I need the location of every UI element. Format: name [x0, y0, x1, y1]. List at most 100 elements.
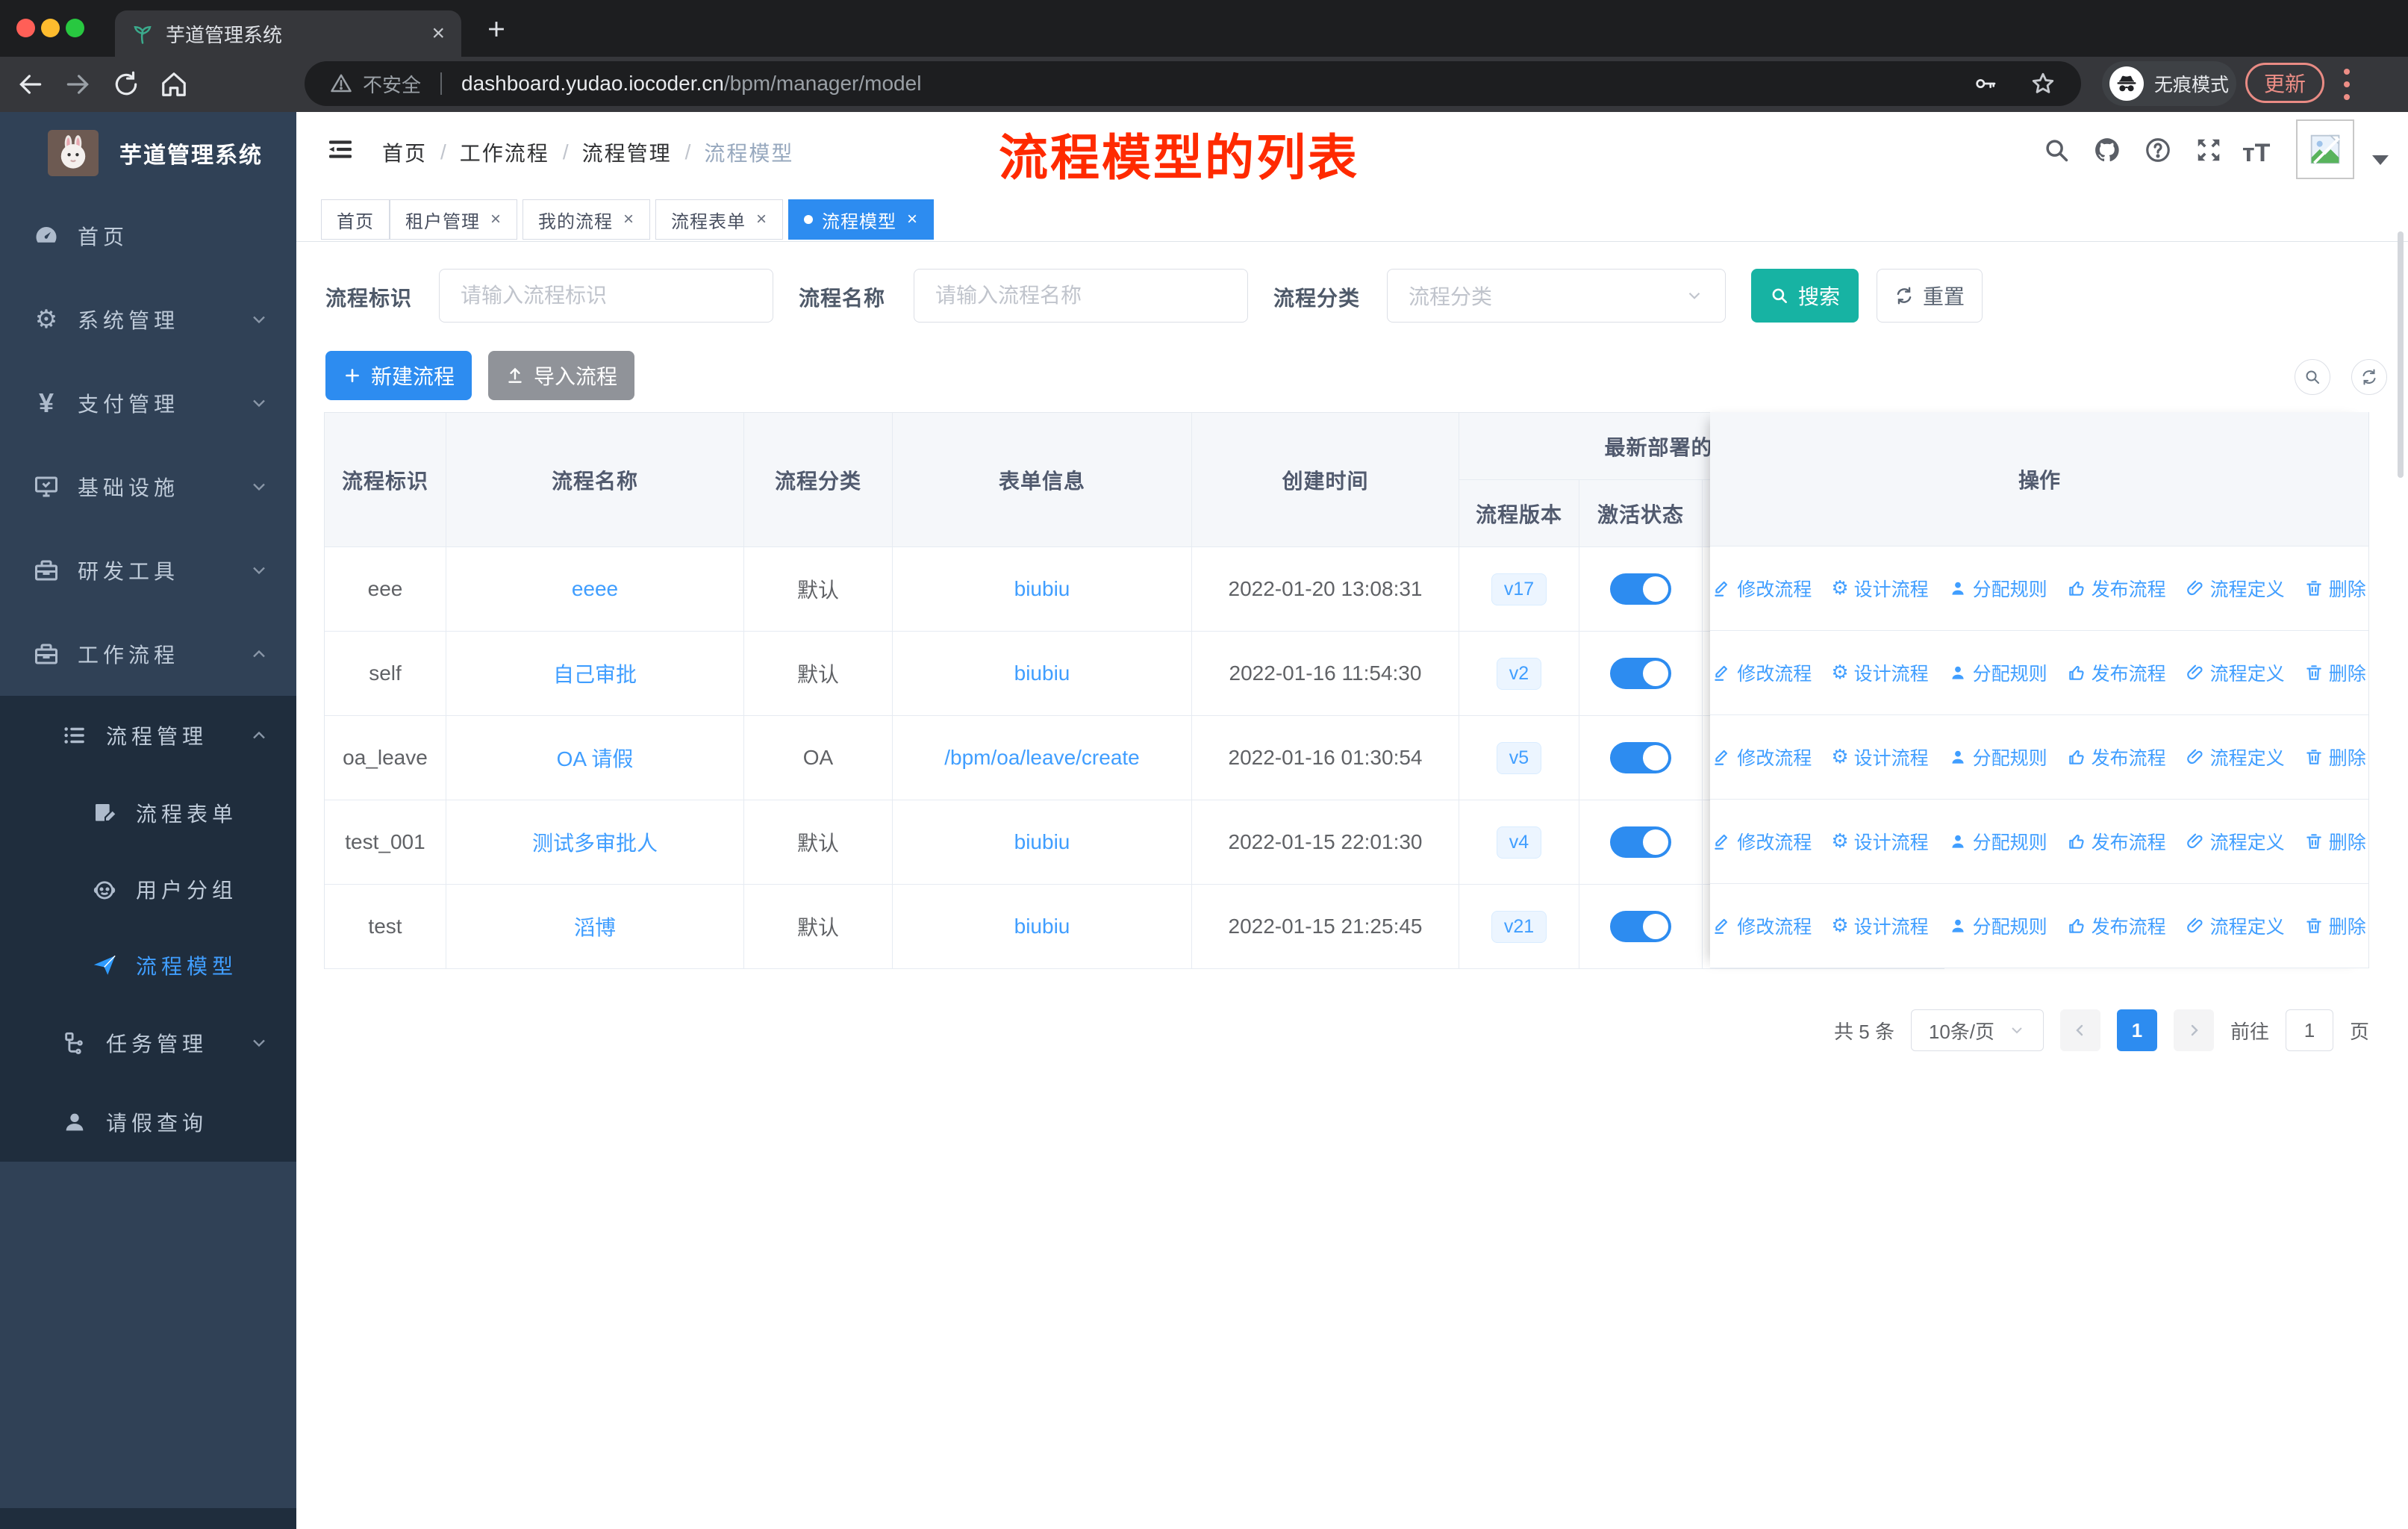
bookmark-star-icon[interactable] — [2030, 71, 2056, 96]
edit-process-link[interactable]: 修改流程 — [1712, 828, 1812, 855]
active-toggle[interactable] — [1610, 911, 1671, 942]
github-icon[interactable] — [2093, 136, 2121, 164]
security-label[interactable]: 不安全 — [363, 70, 421, 98]
breadcrumb-process-management[interactable]: 流程管理 — [582, 137, 672, 167]
process-name-link[interactable]: eeee — [572, 577, 618, 601]
browser-update-button[interactable]: 更新 — [2245, 63, 2324, 103]
tag-process-model[interactable]: 流程模型 × — [788, 199, 935, 240]
form-info-link[interactable]: /bpm/oa/leave/create — [944, 746, 1140, 770]
process-name-link[interactable]: 滔博 — [574, 912, 616, 941]
deploy-process-link[interactable]: 发布流程 — [2067, 744, 2166, 770]
reload-icon[interactable] — [112, 70, 140, 99]
sidebar-item-payment[interactable]: ¥ 支付管理 — [0, 361, 296, 445]
home-icon[interactable] — [160, 70, 188, 99]
browser-tab[interactable]: 芋道管理系统 × — [115, 10, 461, 57]
sidebar-item-process-model[interactable]: 流程模型 — [0, 927, 296, 1003]
form-info-link[interactable]: biubiu — [1014, 661, 1070, 685]
font-size-icon[interactable]: ᴛT — [2242, 139, 2270, 168]
process-definition-link[interactable]: 流程定义 — [2186, 575, 2285, 602]
delete-link[interactable]: 删除 — [2304, 659, 2366, 686]
back-icon[interactable] — [16, 70, 45, 99]
delete-link[interactable]: 删除 — [2304, 912, 2366, 939]
process-definition-link[interactable]: 流程定义 — [2186, 828, 2285, 855]
sidebar-item-process-form[interactable]: 流程表单 — [0, 775, 296, 851]
browser-menu-icon[interactable] — [2344, 69, 2350, 100]
tag-tenant-management[interactable]: 租户管理 × — [390, 199, 518, 240]
page-scrollbar[interactable] — [2398, 231, 2404, 478]
process-name-input[interactable] — [914, 269, 1248, 323]
deploy-process-link[interactable]: 发布流程 — [2067, 912, 2166, 939]
assign-rule-link[interactable]: 分配规则 — [1948, 912, 2047, 939]
active-toggle[interactable] — [1610, 742, 1671, 773]
process-key-input[interactable] — [439, 269, 773, 323]
key-icon[interactable] — [1974, 72, 1997, 96]
tag-my-process[interactable]: 我的流程 × — [523, 199, 651, 240]
sidebar-item-system[interactable]: ⚙ 系统管理 — [0, 278, 296, 361]
process-name-link[interactable]: 自己审批 — [553, 658, 637, 688]
close-icon[interactable]: × — [623, 209, 634, 230]
create-process-button[interactable]: 新建流程 — [325, 351, 472, 400]
sidebar-item-dev-tools[interactable]: 研发工具 — [0, 529, 296, 612]
table-search-toggle-button[interactable] — [2295, 359, 2330, 395]
app-logo-row[interactable]: 芋道管理系统 — [0, 112, 296, 194]
active-toggle[interactable] — [1610, 826, 1671, 858]
edit-process-link[interactable]: 修改流程 — [1712, 659, 1812, 686]
traffic-light-minimize[interactable] — [41, 19, 60, 37]
design-process-link[interactable]: ⚙ 设计流程 — [1831, 744, 1928, 770]
fullscreen-icon[interactable] — [2195, 136, 2223, 164]
active-toggle[interactable] — [1610, 658, 1671, 689]
avatar[interactable] — [2296, 119, 2354, 179]
sidebar-item-leave-query[interactable]: 请假查询 — [0, 1083, 296, 1162]
tab-close-icon[interactable]: × — [431, 22, 445, 45]
deploy-process-link[interactable]: 发布流程 — [2067, 659, 2166, 686]
sidebar-item-workflow[interactable]: 工作流程 — [0, 612, 296, 696]
breadcrumb-workflow[interactable]: 工作流程 — [460, 137, 549, 167]
assign-rule-link[interactable]: 分配规则 — [1948, 828, 2047, 855]
deploy-process-link[interactable]: 发布流程 — [2067, 575, 2166, 602]
new-tab-button[interactable] — [484, 16, 509, 42]
sidebar-item-home[interactable]: 首页 — [0, 194, 296, 278]
process-category-select[interactable]: 流程分类 — [1387, 269, 1726, 323]
tag-home[interactable]: 首页 — [321, 199, 390, 240]
header-search-icon[interactable] — [2042, 136, 2071, 164]
traffic-light-close[interactable] — [16, 19, 35, 37]
process-name-link[interactable]: OA 请假 — [557, 743, 634, 773]
assign-rule-link[interactable]: 分配规则 — [1948, 575, 2047, 602]
close-icon[interactable]: × — [907, 209, 918, 230]
prev-page-button[interactable] — [2059, 1009, 2100, 1051]
breadcrumb-home[interactable]: 首页 — [382, 137, 427, 167]
deploy-process-link[interactable]: 发布流程 — [2067, 828, 2166, 855]
process-definition-link[interactable]: 流程定义 — [2186, 744, 2285, 770]
edit-process-link[interactable]: 修改流程 — [1712, 744, 1812, 770]
process-definition-link[interactable]: 流程定义 — [2186, 659, 2285, 686]
reset-button[interactable]: 重置 — [1877, 269, 1983, 323]
forward-icon[interactable] — [63, 70, 92, 99]
close-icon[interactable]: × — [756, 209, 767, 230]
assign-rule-link[interactable]: 分配规则 — [1948, 744, 2047, 770]
address-bar[interactable]: 不安全 dashboard.yudao.iocoder.cn /bpm/mana… — [305, 61, 2081, 106]
edit-process-link[interactable]: 修改流程 — [1712, 912, 1812, 939]
process-name-link[interactable]: 测试多审批人 — [532, 827, 658, 857]
process-definition-link[interactable]: 流程定义 — [2186, 912, 2285, 939]
design-process-link[interactable]: ⚙ 设计流程 — [1831, 828, 1928, 855]
design-process-link[interactable]: ⚙ 设计流程 — [1831, 659, 1928, 686]
next-page-button[interactable] — [2173, 1009, 2214, 1051]
close-icon[interactable]: × — [490, 209, 502, 230]
form-info-link[interactable]: biubiu — [1014, 915, 1070, 938]
assign-rule-link[interactable]: 分配规则 — [1948, 659, 2047, 686]
traffic-light-zoom[interactable] — [66, 19, 84, 37]
import-process-button[interactable]: 导入流程 — [488, 351, 634, 400]
search-button[interactable]: 搜索 — [1751, 269, 1859, 323]
active-toggle[interactable] — [1610, 573, 1671, 605]
sidebar-item-user-group[interactable]: 用户分组 — [0, 851, 296, 927]
delete-link[interactable]: 删除 — [2304, 828, 2366, 855]
edit-process-link[interactable]: 修改流程 — [1712, 575, 1812, 602]
table-refresh-button[interactable] — [2351, 359, 2387, 395]
design-process-link[interactable]: ⚙ 设计流程 — [1831, 912, 1928, 939]
sidebar-item-task-management[interactable]: 任务管理 — [0, 1003, 296, 1083]
delete-link[interactable]: 删除 — [2304, 575, 2366, 602]
page-size-select[interactable]: 10条/页 — [1910, 1009, 2044, 1051]
avatar-caret-icon[interactable] — [2372, 155, 2389, 165]
help-icon[interactable] — [2144, 136, 2172, 164]
delete-link[interactable]: 删除 — [2304, 744, 2366, 770]
